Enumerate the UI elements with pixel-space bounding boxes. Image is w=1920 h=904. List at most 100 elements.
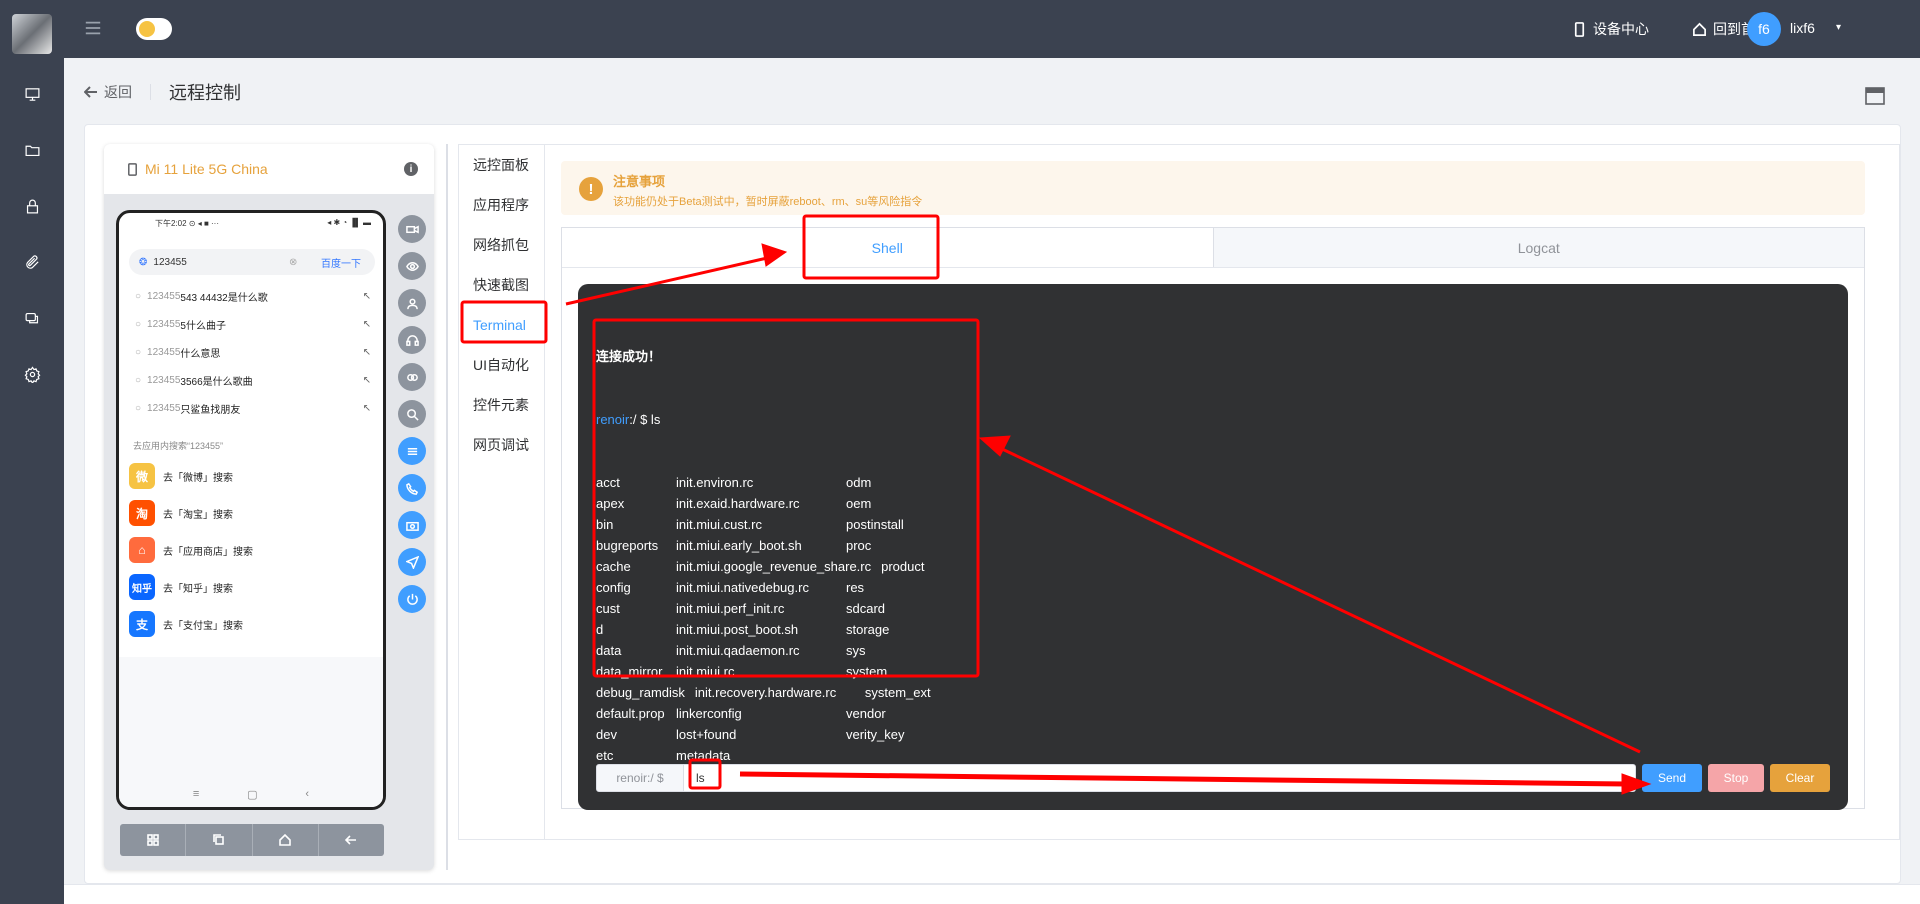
menu-icon[interactable]: ≡ bbox=[193, 788, 199, 801]
arrow-up-left-icon: ↖ bbox=[362, 346, 371, 358]
send-button[interactable] bbox=[398, 548, 426, 576]
tab-screenshot[interactable]: 快速截图 bbox=[459, 265, 544, 305]
home-button[interactable] bbox=[253, 824, 319, 856]
username[interactable]: lixf6 bbox=[1790, 20, 1815, 36]
search-button[interactable] bbox=[398, 400, 426, 428]
folder-icon[interactable] bbox=[20, 138, 44, 162]
search-icon: ○ bbox=[135, 346, 142, 358]
command-input[interactable]: ls bbox=[684, 764, 1636, 792]
search-icon bbox=[406, 408, 419, 421]
terminal-cell: data_mirror bbox=[596, 664, 663, 679]
terminal-cell: d bbox=[596, 622, 604, 637]
clear-icon[interactable]: ⊗ bbox=[289, 257, 297, 268]
recents-button[interactable] bbox=[186, 824, 253, 856]
device-name: Mi 11 Lite 5G China bbox=[145, 161, 268, 177]
terminal-row: bin init.miui.cust.rc postinstall bbox=[596, 514, 1356, 535]
terminal-cell: cache bbox=[596, 559, 631, 574]
tab-widgets[interactable]: 控件元素 bbox=[459, 385, 544, 425]
list-button[interactable] bbox=[398, 437, 426, 465]
headset-icon bbox=[405, 334, 419, 346]
list-item[interactable]: ○ 123455 什么意思 ↖ bbox=[135, 343, 371, 361]
tab-remote-panel[interactable]: 远控面板 bbox=[459, 145, 544, 185]
list-item[interactable]: ○ 123455 只鲨鱼找朋友 ↖ bbox=[135, 399, 371, 417]
arrow-left-icon bbox=[345, 835, 357, 845]
home-icon[interactable]: ▢ bbox=[247, 788, 257, 801]
terminal-cell: vendor bbox=[846, 706, 886, 721]
terminal-cell: metadata bbox=[676, 748, 731, 763]
clear-button[interactable]: Clear bbox=[1770, 764, 1830, 792]
apps-button[interactable] bbox=[120, 824, 187, 856]
back-button[interactable] bbox=[319, 824, 384, 856]
tab-ui-automation[interactable]: UI自动化 bbox=[459, 345, 544, 385]
tab-web-debug[interactable]: 网页调试 bbox=[459, 425, 544, 465]
list-item[interactable]: ○ 123455 543 44432是什么歌 ↖ bbox=[135, 287, 371, 305]
terminal-cell: linkerconfig bbox=[676, 706, 742, 721]
list-item[interactable]: ○ 123455 3566是什么歌曲 ↖ bbox=[135, 371, 371, 389]
presentation-icon[interactable] bbox=[20, 82, 44, 106]
tab-capture[interactable]: 网络抓包 bbox=[459, 225, 544, 265]
record-button[interactable] bbox=[398, 215, 426, 243]
paperclip-icon[interactable] bbox=[20, 250, 44, 274]
terminal-cell: acct bbox=[596, 475, 620, 490]
warning-icon: ! bbox=[579, 177, 603, 201]
input-prompt: renoir:/ $ bbox=[596, 764, 684, 792]
power-button[interactable] bbox=[398, 585, 426, 613]
chevron-down-icon[interactable]: ▾ bbox=[1836, 22, 1841, 33]
send-button[interactable]: Send bbox=[1642, 764, 1702, 792]
back-icon[interactable]: ‹ bbox=[305, 788, 309, 801]
panel-divider[interactable] bbox=[446, 144, 448, 870]
tab-shell[interactable]: Shell bbox=[562, 228, 1214, 267]
terminal-cell: cust bbox=[596, 601, 620, 616]
link-button[interactable] bbox=[398, 363, 426, 391]
camera-icon bbox=[405, 521, 419, 531]
list-item[interactable]: 淘去「淘宝」搜索 bbox=[129, 500, 369, 526]
tab-logcat[interactable]: Logcat bbox=[1214, 228, 1865, 267]
lock-icon[interactable] bbox=[20, 194, 44, 218]
arrow-up-left-icon: ↖ bbox=[362, 402, 371, 414]
chat-icon[interactable] bbox=[20, 306, 44, 330]
call-button[interactable] bbox=[398, 474, 426, 502]
sun-icon bbox=[139, 21, 155, 37]
user-button[interactable] bbox=[398, 289, 426, 317]
list-item[interactable]: 支去「支付宝」搜索 bbox=[129, 611, 369, 637]
layout-icon[interactable] bbox=[1865, 86, 1885, 106]
terminal-cell: apex bbox=[596, 496, 625, 511]
device-center-link[interactable]: 设备中心 bbox=[1572, 19, 1649, 39]
headset-button[interactable] bbox=[398, 326, 426, 354]
terminal[interactable]: 连接成功！ renoir:/ $ ls acct init.environ.rc o… bbox=[578, 284, 1848, 810]
avatar[interactable]: f6 bbox=[1747, 12, 1781, 46]
connected-message: 连接成功！ bbox=[596, 349, 662, 364]
in-app-label: 去应用内搜索“123455” bbox=[133, 441, 224, 451]
terminal-cell: data bbox=[596, 643, 622, 658]
header-divider bbox=[150, 84, 151, 100]
list-item[interactable]: ⌂ 去「应用商店」搜索 bbox=[129, 537, 369, 563]
search-input[interactable]: 123455 bbox=[153, 257, 186, 268]
info-icon[interactable]: i bbox=[404, 162, 418, 176]
theme-toggle[interactable] bbox=[136, 18, 172, 40]
phone-call-icon bbox=[405, 482, 418, 495]
screenshot-button[interactable] bbox=[398, 511, 426, 539]
subtab-header: Shell Logcat bbox=[562, 228, 1864, 268]
terminal-row: bugreports init.miui.early_boot.sh proc bbox=[596, 535, 1356, 556]
terminal-cell: product bbox=[881, 559, 925, 574]
app-logo[interactable] bbox=[12, 14, 52, 54]
menu-icon[interactable] bbox=[84, 19, 104, 39]
back-button[interactable]: 返回 bbox=[84, 82, 132, 102]
list-item[interactable]: 微去「微博」搜索 bbox=[129, 463, 369, 489]
gear-icon[interactable] bbox=[20, 362, 44, 386]
terminal-row: acct init.environ.rc odm bbox=[596, 472, 1356, 493]
terminal-cell: init.miui.post_boot.sh bbox=[676, 622, 799, 637]
tab-terminal[interactable]: Terminal bbox=[459, 305, 544, 345]
page-header: 返回 远程控制 bbox=[84, 80, 241, 104]
stop-button[interactable]: Stop bbox=[1708, 764, 1764, 792]
list-item[interactable]: ○ 123455 5什么曲子 ↖ bbox=[135, 315, 371, 333]
search-button[interactable]: 百度一下 bbox=[321, 255, 361, 270]
eye-button[interactable] bbox=[398, 252, 426, 280]
phone-icon bbox=[1574, 21, 1585, 37]
device-screen[interactable]: 下午2:02 ⊙ ◂ ■ ··· ◂ ✱ ◔ ▐▌ ▬ ❂ 123455 ⊗ 百… bbox=[116, 210, 386, 810]
vertical-tabs: 远控面板 应用程序 网络抓包 快速截图 Terminal UI自动化 控件元素 … bbox=[459, 145, 545, 839]
search-bar[interactable]: ❂ 123455 ⊗ 百度一下 bbox=[129, 249, 375, 275]
video-icon bbox=[405, 225, 419, 233]
tab-apps[interactable]: 应用程序 bbox=[459, 185, 544, 225]
list-item[interactable]: 知乎 去「知乎」搜索 bbox=[129, 574, 369, 600]
